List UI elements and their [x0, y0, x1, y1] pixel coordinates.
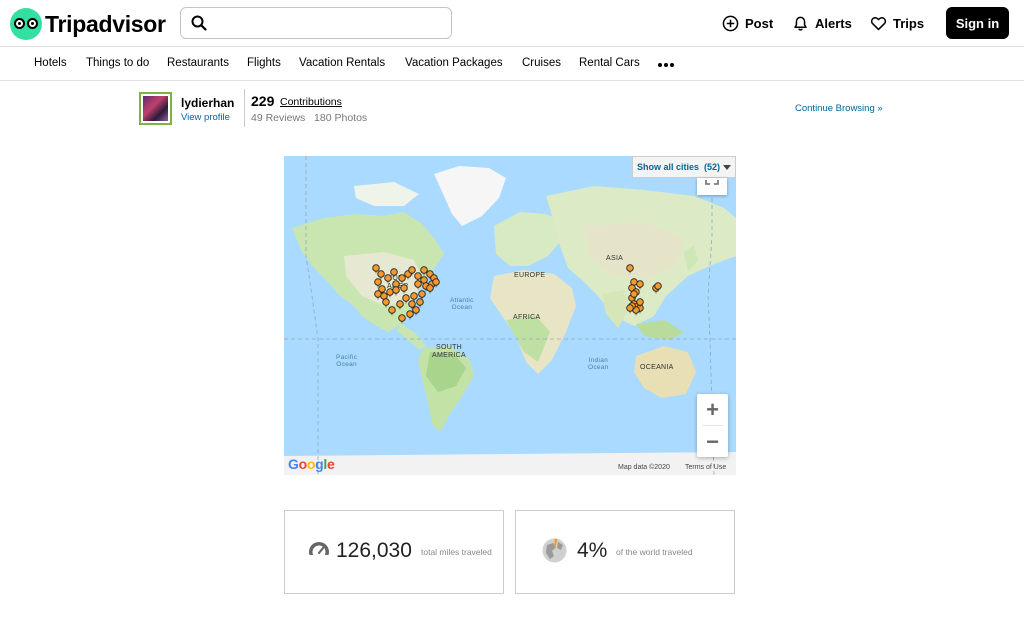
search-input[interactable]	[217, 12, 442, 34]
city-marker-pin[interactable]	[396, 300, 404, 310]
more-options-icon[interactable]	[658, 63, 674, 67]
google-logo[interactable]: Google	[288, 456, 335, 472]
cities-count: (52)	[704, 162, 721, 172]
reviews-photos-summary: 49 Reviews 180 Photos	[251, 112, 367, 124]
show-all-cities-label: Show all cities	[637, 162, 700, 172]
contributions-count: 229	[251, 93, 275, 109]
username[interactable]: lydierhan	[181, 96, 234, 110]
city-marker-pin[interactable]	[382, 298, 390, 308]
travel-map[interactable]: ASIA EUROPE AFRICA SOUTH AMERICA OCEANIA…	[284, 156, 736, 475]
view-profile-link[interactable]: View profile	[181, 112, 230, 123]
nav-item-flights[interactable]: Flights	[247, 48, 281, 81]
city-marker-pin[interactable]	[626, 304, 634, 314]
city-marker-pin[interactable]	[390, 268, 398, 278]
nav-item-vacation-rentals[interactable]: Vacation Rentals	[299, 48, 385, 81]
city-marker-pin[interactable]	[416, 298, 424, 308]
city-marker-pin[interactable]	[626, 264, 634, 274]
top-header: Tripadvisor Post Alerts Trips Sign in	[0, 0, 1024, 47]
city-marker-pin[interactable]	[636, 280, 644, 290]
miles-traveled-card: 126,030 total miles traveled	[284, 510, 504, 594]
trips-button[interactable]: Trips	[870, 8, 924, 39]
city-marker-pin[interactable]	[398, 314, 406, 324]
caret-down-icon	[723, 164, 732, 170]
nav-item-rental-cars[interactable]: Rental Cars	[579, 48, 640, 81]
alerts-button[interactable]: Alerts	[792, 8, 852, 39]
show-all-cities-dropdown[interactable]: Show all cities (52)	[632, 156, 736, 178]
miles-traveled-value: 126,030	[336, 539, 412, 562]
miles-traveled-label: total miles traveled	[421, 547, 492, 557]
world-traveled-label: of the world traveled	[616, 547, 693, 557]
fullscreen-icon	[705, 180, 719, 185]
owl-logo-icon	[10, 8, 42, 40]
city-marker-pin[interactable]	[426, 284, 434, 294]
sign-in-button[interactable]: Sign in	[946, 7, 1009, 39]
bell-icon	[794, 16, 807, 31]
trips-label: Trips	[893, 16, 925, 31]
city-marker-pin[interactable]	[384, 274, 392, 284]
brand-name: Tripadvisor	[45, 10, 166, 37]
post-button[interactable]: Post	[722, 8, 773, 39]
tripadvisor-logo[interactable]: Tripadvisor	[10, 8, 166, 40]
nav-item-things-to-do[interactable]: Things to do	[86, 48, 149, 81]
profile-divider	[244, 89, 245, 127]
zoom-out-button[interactable]: −	[697, 426, 728, 457]
city-marker-pin[interactable]	[400, 284, 408, 294]
city-marker-pin[interactable]	[402, 294, 410, 304]
city-marker-pin[interactable]	[406, 310, 414, 320]
search-icon	[191, 15, 207, 31]
contributions-link[interactable]: Contributions	[280, 96, 342, 108]
city-marker-pin[interactable]	[414, 280, 422, 290]
city-marker-pin[interactable]	[388, 306, 396, 316]
city-marker-pin[interactable]	[392, 286, 400, 296]
alerts-label: Alerts	[815, 16, 852, 31]
reviews-count: 49 Reviews	[251, 112, 306, 124]
plus-circle-icon	[722, 15, 739, 32]
post-label: Post	[745, 16, 774, 31]
photos-count: 180 Photos	[314, 112, 368, 124]
nav-item-vacation-packages[interactable]: Vacation Packages	[405, 48, 503, 81]
nav-item-hotels[interactable]: Hotels	[34, 48, 67, 81]
avatar[interactable]	[139, 92, 172, 125]
nav-item-cruises[interactable]: Cruises	[522, 48, 561, 81]
zoom-controls: + −	[697, 394, 728, 457]
terms-of-use-link[interactable]: Terms of Use	[685, 464, 726, 471]
search-bar[interactable]	[180, 7, 452, 39]
map-data-credit: Map data ©2020	[618, 464, 670, 471]
city-marker-pin[interactable]	[398, 274, 406, 284]
globe-pie-icon	[542, 538, 567, 563]
world-traveled-card: 4% of the world traveled	[515, 510, 735, 594]
nav-item-restaurants[interactable]: Restaurants	[167, 48, 229, 81]
heart-icon	[870, 16, 887, 31]
speedometer-icon	[308, 542, 330, 563]
category-nav: Hotels Things to do Restaurants Flights …	[0, 48, 1024, 81]
fullscreen-button[interactable]	[697, 178, 727, 195]
zoom-in-button[interactable]: +	[697, 394, 728, 425]
continue-browsing-link[interactable]: Continue Browsing »	[795, 103, 883, 114]
world-traveled-value: 4%	[577, 539, 608, 562]
